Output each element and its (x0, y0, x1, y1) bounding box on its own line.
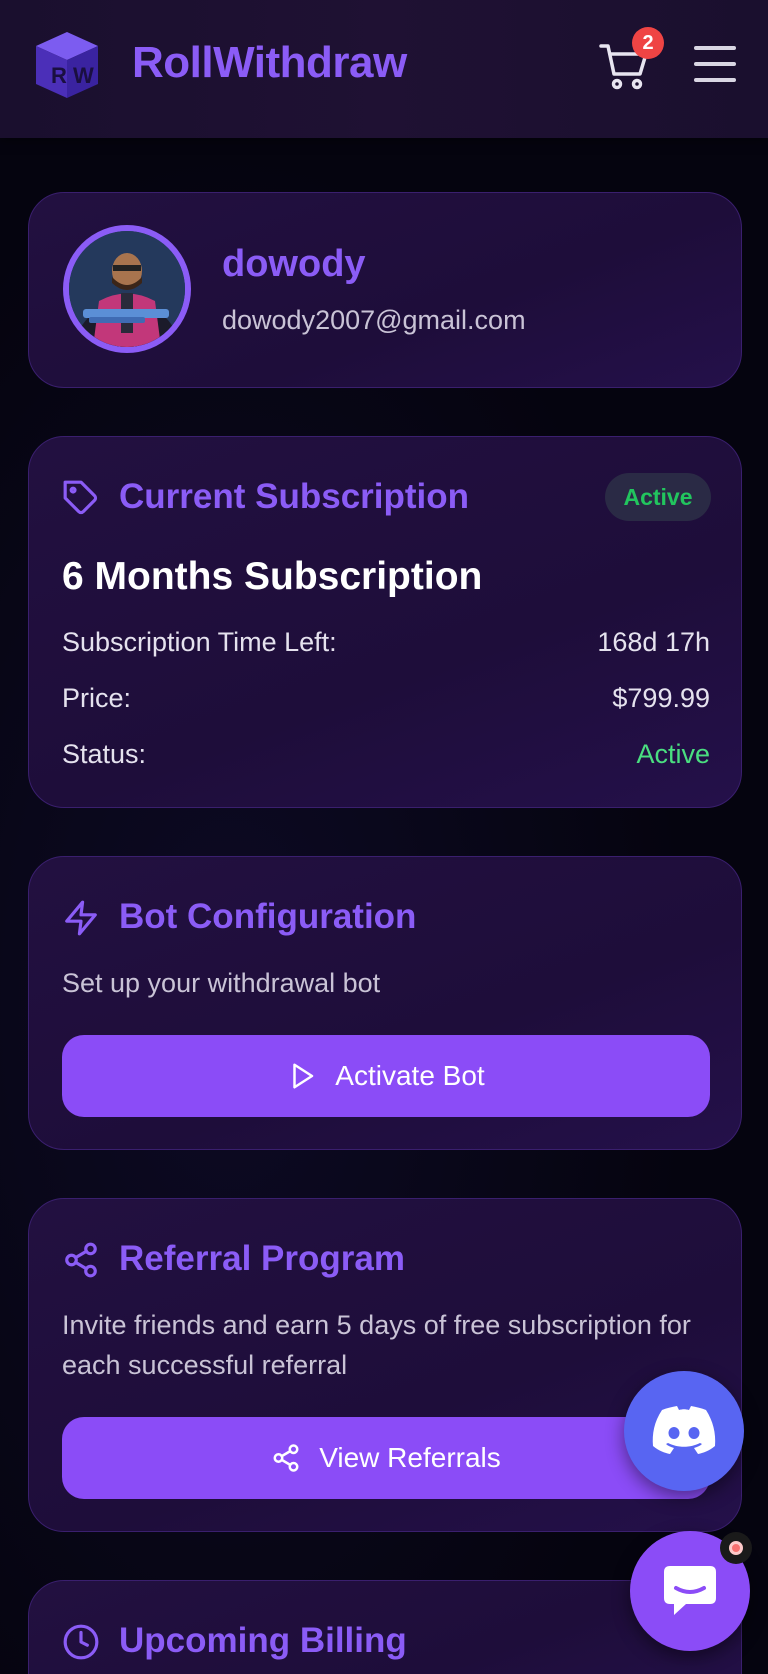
chat-bubble-icon (664, 1566, 716, 1615)
discord-button[interactable] (624, 1371, 744, 1491)
referral-program-description: Invite friends and earn 5 days of free s… (62, 1310, 691, 1380)
subscription-title: Current Subscription (119, 477, 470, 516)
referral-program-title: Referral Program (119, 1239, 405, 1278)
brand-name[interactable]: RollWithdraw (132, 38, 407, 88)
avatar[interactable] (63, 225, 191, 353)
activate-bot-button[interactable]: Activate Bot (62, 1035, 710, 1117)
bot-configuration-title: Bot Configuration (119, 897, 417, 936)
tag-icon (63, 480, 98, 515)
lightning-icon (65, 900, 97, 936)
plan-name: 6 Months Subscription (62, 555, 483, 598)
activate-bot-label: Activate Bot (335, 1060, 485, 1091)
detail-label: Subscription Time Left: (62, 627, 337, 657)
share-icon (65, 1242, 97, 1278)
view-referrals-button[interactable]: View Referrals (62, 1417, 710, 1499)
play-icon (293, 1063, 314, 1089)
profile-username: dowody (222, 243, 366, 285)
referral-program-card: Referral Program Invite friends and earn… (28, 1198, 742, 1532)
subscription-card: Current Subscription Active 6 Months Sub… (28, 436, 742, 808)
chat-notification-dot (720, 1532, 752, 1564)
bot-configuration-description: Set up your withdrawal bot (62, 968, 381, 998)
dice-cube-logo-icon[interactable]: R W (30, 28, 104, 102)
view-referrals-label: View Referrals (319, 1442, 501, 1473)
discord-icon (652, 1406, 716, 1454)
logo-letter-w: W (73, 63, 94, 88)
cart-count-badge: 2 (632, 27, 664, 59)
top-navigation-bar: R W RollWithdraw 2 (0, 0, 768, 138)
detail-value: 168d 17h (597, 627, 710, 657)
detail-label: Price: (62, 683, 132, 713)
profile-card: dowody dowody2007@gmail.com (28, 192, 742, 388)
logo-letter-r: R (51, 63, 67, 88)
upcoming-billing-title: Upcoming Billing (119, 1621, 407, 1660)
dashboard-page: R W RollWithdraw 2 dowody dowody2007@gma… (0, 0, 768, 1674)
hamburger-menu-icon[interactable] (692, 44, 738, 84)
share-icon (273, 1444, 299, 1472)
avatar-character-image (69, 231, 185, 347)
detail-value-status: Active (636, 739, 710, 769)
detail-label: Status: (62, 739, 147, 769)
clock-icon (63, 1624, 99, 1660)
profile-email: dowody2007@gmail.com (222, 305, 526, 335)
bot-configuration-card: Bot Configuration Set up your withdrawal… (28, 856, 742, 1150)
status-badge: Active (605, 473, 711, 521)
detail-value: $799.99 (612, 683, 710, 713)
